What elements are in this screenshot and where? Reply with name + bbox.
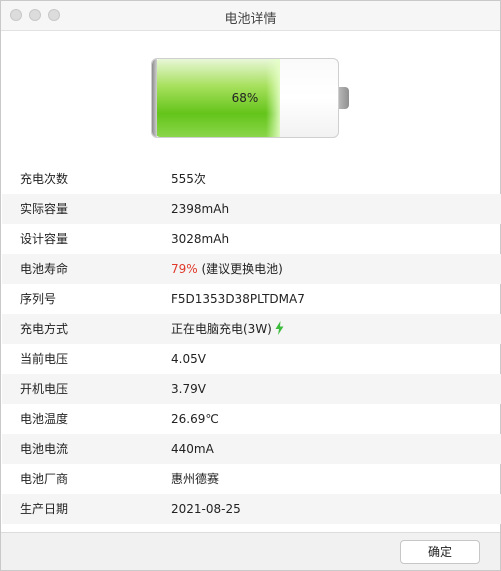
info-row-charge-count: 充电次数 555次 (2, 164, 501, 194)
info-label: 生产日期 (20, 502, 69, 516)
info-value: 惠州德赛 (171, 472, 220, 486)
charging-method-text: 正在电脑充电(3W) (171, 322, 272, 336)
info-label: 设计容量 (20, 232, 69, 246)
info-value: 正在电脑充电(3W) (171, 314, 284, 346)
battery-health-note: (建议更换电池) (197, 262, 283, 276)
info-label: 电池电流 (20, 442, 69, 456)
battery-health-percent: 79% (171, 262, 198, 276)
info-row-battery-temperature: 电池温度 26.69℃ (2, 404, 501, 434)
info-row-actual-capacity: 实际容量 2398mAh (2, 194, 501, 224)
ok-button[interactable]: 确定 (400, 540, 480, 564)
info-label: 当前电压 (20, 352, 69, 366)
info-value: 440mA (171, 442, 214, 456)
info-label: 充电次数 (20, 172, 69, 186)
info-label: 开机电压 (20, 382, 69, 396)
battery-terminal-icon (339, 87, 349, 109)
info-value: 3028mAh (171, 232, 230, 246)
info-label: 充电方式 (20, 322, 69, 336)
title-bar: 电池详情 (1, 1, 500, 31)
battery-percent-label: 68% (231, 91, 259, 105)
info-value: 2021-08-25 (171, 502, 241, 516)
battery-details-window: 电池详情 68% 充电次数 555次 实际容量 2398mAh 设计容量 302… (0, 0, 501, 571)
info-row-battery-health: 电池寿命 79% (建议更换电池) (2, 254, 501, 284)
info-row-manufacture-date: 生产日期 2021-08-25 (2, 494, 501, 524)
info-label: 电池寿命 (20, 262, 69, 276)
info-row-serial-number: 序列号 F5D1353D38PLTDMA7 (2, 284, 501, 314)
info-value: 2398mAh (171, 202, 230, 216)
battery-info-list: 充电次数 555次 实际容量 2398mAh 设计容量 3028mAh 电池寿命… (2, 164, 501, 524)
info-label: 实际容量 (20, 202, 69, 216)
info-label: 电池厂商 (20, 472, 69, 486)
info-row-charging-method: 充电方式 正在电脑充电(3W) (2, 314, 501, 344)
window-title: 电池详情 (224, 12, 277, 27)
info-row-current-voltage: 当前电压 4.05V (2, 344, 501, 374)
info-label: 电池温度 (20, 412, 69, 426)
info-value: 26.69℃ (171, 412, 219, 426)
info-value: F5D1353D38PLTDMA7 (171, 292, 305, 306)
info-label: 序列号 (20, 292, 57, 306)
info-value: 555次 (171, 172, 206, 186)
info-value: 4.05V (171, 352, 206, 366)
battery-graphic: 68% (151, 58, 349, 138)
info-row-battery-current: 电池电流 440mA (2, 434, 501, 464)
lightning-bolt-icon (275, 316, 284, 346)
info-row-manufacturer: 电池厂商 惠州德赛 (2, 464, 501, 494)
info-row-design-capacity: 设计容量 3028mAh (2, 224, 501, 254)
battery-body: 68% (151, 58, 339, 138)
info-value: 3.79V (171, 382, 206, 396)
info-value: 79% (建议更换电池) (171, 254, 283, 284)
info-row-boot-voltage: 开机电压 3.79V (2, 374, 501, 404)
dialog-footer: 确定 (1, 532, 500, 570)
